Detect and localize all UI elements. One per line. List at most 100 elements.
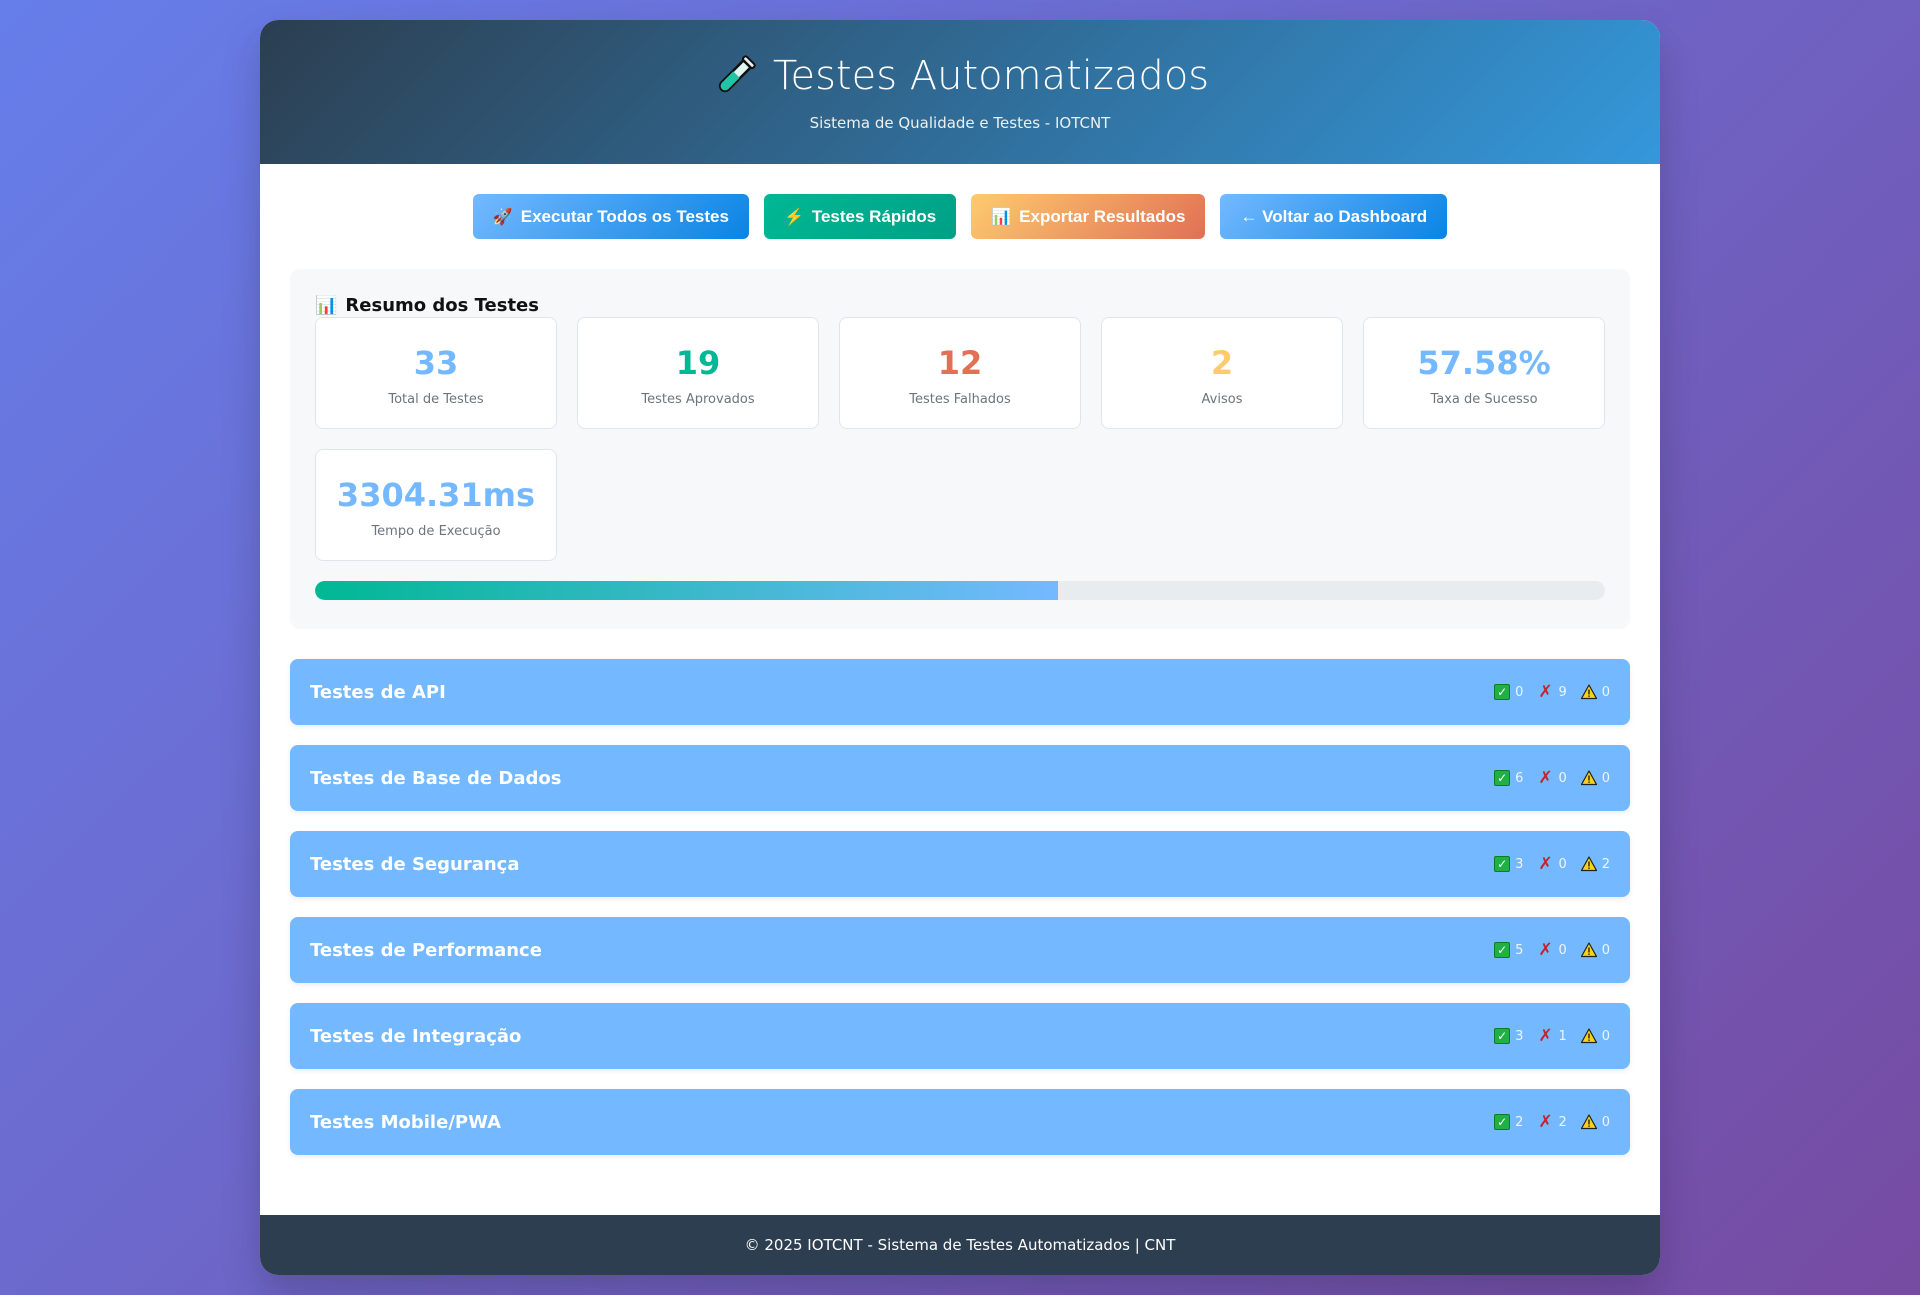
bar-chart-icon: 📊 [315, 295, 338, 316]
lightning-icon: ⚡ [783, 208, 804, 226]
cross-icon: ✗ [1538, 1025, 1553, 1046]
warning-icon [1580, 684, 1597, 700]
stat-label: Avisos [1201, 392, 1243, 407]
suite-counts: ✓ 2 ✗ 2 0 [1494, 1111, 1610, 1132]
run-all-tests-button[interactable]: 🚀 Executar Todos os Testes [472, 194, 749, 239]
check-icon: ✓ [1494, 856, 1511, 872]
check-icon: ✓ [1494, 770, 1511, 786]
quick-tests-label: Testes Rápidos [811, 206, 937, 226]
bar-chart-icon: 📊 [991, 208, 1012, 226]
warning-count: 2 [1580, 856, 1610, 872]
test-suite-row[interactable]: Testes de Integração ✓ 3 ✗ 1 0 [290, 1003, 1630, 1069]
warning-count: 0 [1580, 770, 1610, 786]
failed-count: ✗ 0 [1537, 767, 1566, 788]
passed-count: ✓ 2 [1494, 1114, 1523, 1130]
failed-value: 9 [1558, 684, 1567, 700]
failed-count: ✗ 1 [1537, 1025, 1567, 1046]
suite-counts: ✓ 3 ✗ 0 2 [1494, 853, 1610, 874]
test-tube-icon [711, 52, 759, 100]
page-footer: © 2025 IOTCNT - Sistema de Testes Automa… [260, 1215, 1660, 1275]
cross-icon: ✗ [1538, 939, 1553, 960]
test-suite-row[interactable]: Testes de Base de Dados ✓ 6 ✗ 0 0 [290, 745, 1630, 811]
stat-value: 33 [413, 344, 459, 382]
failed-value: 0 [1558, 856, 1567, 872]
warning-icon [1580, 942, 1597, 958]
warning-value: 0 [1601, 1028, 1610, 1044]
stat-value: 19 [675, 344, 721, 382]
export-results-button[interactable]: 📊 Exportar Resultados [971, 194, 1206, 239]
passed-value: 2 [1515, 1114, 1524, 1130]
warning-icon [1580, 856, 1597, 872]
failed-count: ✗ 9 [1537, 681, 1567, 702]
passed-count: ✓ 3 [1494, 1028, 1523, 1044]
suite-counts: ✓ 0 ✗ 9 0 [1494, 681, 1610, 702]
cross-icon: ✗ [1538, 767, 1553, 788]
passed-count: ✓ 5 [1494, 942, 1523, 958]
summary-heading: 📊 Resumo dos Testes [315, 295, 1605, 316]
rocket-icon: 🚀 [492, 208, 513, 226]
quick-tests-button[interactable]: ⚡ Testes Rápidos [763, 194, 957, 239]
warning-value: 0 [1601, 942, 1610, 958]
failed-count: ✗ 2 [1537, 1111, 1567, 1132]
page-header: Testes Automatizados Sistema de Qualidad… [260, 20, 1660, 164]
suite-title: Testes de Base de Dados [310, 767, 562, 789]
footer-text: © 2025 IOTCNT - Sistema de Testes Automa… [744, 1236, 1176, 1254]
passed-value: 3 [1515, 856, 1524, 872]
warning-count: 0 [1580, 684, 1610, 700]
stat-label: Testes Aprovados [641, 392, 755, 407]
stat-card-failed: 12 Testes Falhados [839, 317, 1081, 429]
stat-card-warnings: 2 Avisos [1101, 317, 1343, 429]
stat-value: 3304.31ms [336, 476, 536, 514]
suite-counts: ✓ 5 ✗ 0 0 [1494, 939, 1610, 960]
stat-card-execution-time: 3304.31ms Tempo de Execução [315, 449, 557, 561]
stat-value: 12 [937, 344, 983, 382]
test-suite-row[interactable]: Testes de Performance ✓ 5 ✗ 0 0 [290, 917, 1630, 983]
page-title-row: Testes Automatizados [260, 52, 1660, 100]
suite-title: Testes de API [310, 681, 446, 703]
warning-icon [1580, 770, 1597, 786]
check-icon: ✓ [1494, 1114, 1511, 1130]
cross-icon: ✗ [1538, 681, 1553, 702]
cross-icon: ✗ [1538, 853, 1553, 874]
back-to-dashboard-label: ← Voltar ao Dashboard [1240, 206, 1428, 226]
page-title: Testes Automatizados [772, 53, 1210, 99]
run-all-tests-label: Executar Todos os Testes [520, 206, 729, 226]
suite-counts: ✓ 6 ✗ 0 0 [1494, 767, 1610, 788]
passed-value: 0 [1515, 684, 1524, 700]
failed-count: ✗ 0 [1537, 853, 1567, 874]
test-suite-row[interactable]: Testes de API ✓ 0 ✗ 9 0 [290, 659, 1630, 725]
passed-count: ✓ 6 [1494, 770, 1523, 786]
warning-icon [1580, 1114, 1597, 1130]
passed-count: ✓ 3 [1494, 856, 1523, 872]
failed-value: 1 [1558, 1028, 1567, 1044]
test-suite-row[interactable]: Testes Mobile/PWA ✓ 2 ✗ 2 0 [290, 1089, 1630, 1155]
suite-title: Testes de Segurança [310, 853, 520, 875]
failed-count: ✗ 0 [1537, 939, 1567, 960]
warning-count: 0 [1580, 1114, 1610, 1130]
warning-count: 0 [1580, 942, 1610, 958]
failed-value: 0 [1558, 942, 1567, 958]
test-suite-row[interactable]: Testes de Segurança ✓ 3 ✗ 0 2 [290, 831, 1630, 897]
stat-label: Tempo de Execução [371, 524, 501, 539]
passed-value: 6 [1515, 770, 1524, 786]
cross-icon: ✗ [1538, 1111, 1553, 1132]
warning-count: 0 [1580, 1028, 1610, 1044]
stat-value: 2 [1210, 344, 1234, 382]
back-to-dashboard-button[interactable]: ← Voltar ao Dashboard [1220, 194, 1448, 239]
success-progress-fill [315, 581, 1058, 600]
success-progress-bar [315, 581, 1605, 600]
main-container: Testes Automatizados Sistema de Qualidad… [260, 20, 1660, 1275]
check-icon: ✓ [1494, 684, 1511, 700]
stat-card-total: 33 Total de Testes [315, 317, 557, 429]
check-icon: ✓ [1494, 942, 1511, 958]
stats-grid: 33 Total de Testes 19 Testes Aprovados 1… [315, 317, 1605, 561]
warning-value: 0 [1601, 1114, 1610, 1130]
failed-value: 2 [1558, 1114, 1567, 1130]
stat-label: Total de Testes [388, 392, 484, 407]
suite-title: Testes de Integração [310, 1025, 522, 1047]
passed-count: ✓ 0 [1494, 684, 1523, 700]
passed-value: 5 [1515, 942, 1524, 958]
summary-title: Resumo dos Testes [345, 295, 539, 316]
stat-label: Taxa de Sucesso [1430, 392, 1538, 407]
stat-value: 57.58% [1417, 344, 1551, 382]
